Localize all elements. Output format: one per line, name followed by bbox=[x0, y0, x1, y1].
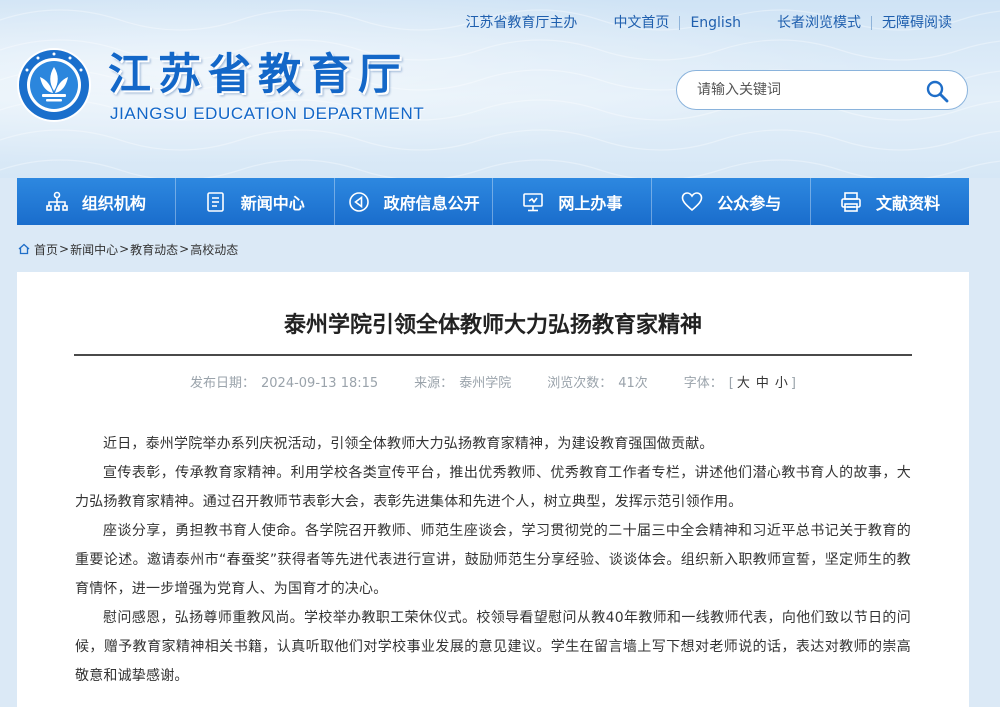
font-size-switcher: 字体：[大中小] bbox=[683, 376, 796, 391]
search-input[interactable] bbox=[697, 82, 917, 98]
breadcrumb-separator: > bbox=[59, 242, 70, 256]
host-link[interactable]: 江苏省教育厅主办 bbox=[455, 14, 587, 32]
search-box bbox=[676, 70, 968, 110]
nav-item-organization[interactable]: 组织机构 bbox=[17, 178, 176, 225]
breadcrumb-home[interactable]: 首页 bbox=[34, 241, 58, 258]
nav-label: 网上办事 bbox=[558, 193, 623, 213]
breadcrumb-separator: > bbox=[179, 242, 190, 256]
article-title: 泰州学院引领全体教师大力弘扬教育家精神 bbox=[283, 313, 702, 338]
org-tree-icon bbox=[46, 191, 68, 211]
nav-label: 组织机构 bbox=[81, 193, 146, 213]
info-disclosure-icon bbox=[348, 191, 369, 212]
site-name-en: JIANGSU EDUCATION DEPARTMENT bbox=[110, 104, 425, 123]
breadcrumb-university-news[interactable]: 高校动态 bbox=[190, 241, 238, 258]
chinese-home-link[interactable]: 中文首页 bbox=[603, 14, 679, 32]
nav-label: 文献资料 bbox=[876, 193, 941, 213]
monitor-icon bbox=[523, 192, 544, 211]
heart-icon bbox=[681, 191, 703, 211]
breadcrumb-news-center[interactable]: 新闻中心 bbox=[70, 241, 118, 258]
breadcrumb-education-news[interactable]: 教育动态 bbox=[130, 241, 178, 258]
nav-item-documents[interactable]: 文献资料 bbox=[811, 178, 969, 225]
search-icon[interactable] bbox=[925, 79, 949, 103]
article-meta: 发布日期： 2024-09-13 18:15 来源： 泰州学院 浏览次数： 41次 字… bbox=[17, 372, 969, 391]
nav-label: 公众参与 bbox=[717, 193, 782, 213]
article-panel: 泰州学院引领全体教师大力弘扬教育家精神 发布日期： 2024-09-13 18:1… bbox=[17, 272, 969, 707]
title-divider bbox=[74, 354, 912, 356]
site-header: 江苏省教育厅主办 中文首页 English 长者浏览模式 无障碍阅读 江苏省教育… bbox=[0, 0, 1000, 178]
article-body: 近日，泰州学院举办系列庆祝活动，引领全体教师大力弘扬教育家精神，为建设教育强国做… bbox=[75, 430, 911, 691]
nav-item-public-participation[interactable]: 公众参与 bbox=[652, 178, 812, 225]
breadcrumb: 首页 > 新闻中心 > 教育动态 > 高校动态 bbox=[18, 241, 238, 257]
top-links-bar: 江苏省教育厅主办 中文首页 English 长者浏览模式 无障碍阅读 bbox=[455, 13, 962, 33]
printer-icon bbox=[841, 191, 861, 212]
article-paragraph: 慰问感恩，弘扬尊师重教风尚。学校举办教职工荣休仪式。校领导看望慰问从教40年教师… bbox=[75, 610, 911, 684]
nav-label: 政府信息公开 bbox=[383, 193, 480, 213]
article-source: 来源： 泰州学院 bbox=[414, 376, 512, 391]
font-small-button[interactable]: 小 bbox=[775, 376, 788, 391]
article-paragraph: 宣传表彰，传承教育家精神。利用学校各类宣传平台，推出优秀教师、优秀教育工作者专栏… bbox=[75, 465, 911, 510]
news-document-icon bbox=[206, 191, 224, 212]
article-paragraph: 座谈分享，勇担教书育人使命。各学院召开教师、师范生座谈会，学习贯彻党的二十届三中… bbox=[75, 523, 911, 597]
view-count: 浏览次数： 41次 bbox=[547, 376, 648, 391]
english-link[interactable]: English bbox=[680, 14, 751, 32]
publish-date: 发布日期： 2024-09-13 18:15 bbox=[190, 376, 379, 391]
education-emblem-icon[interactable] bbox=[16, 47, 92, 123]
main-nav: 组织机构 新闻中心 政府信息公开 网上办事 公众参与 文献资料 bbox=[17, 178, 969, 225]
home-icon bbox=[18, 243, 30, 255]
article-paragraph: 近日，泰州学院举办系列庆祝活动，引领全体教师大力弘扬教育家精神，为建设教育强国做… bbox=[103, 436, 714, 452]
font-large-button[interactable]: 大 bbox=[737, 376, 750, 391]
elder-mode-link[interactable]: 长者浏览模式 bbox=[767, 14, 871, 32]
nav-item-info-disclosure[interactable]: 政府信息公开 bbox=[335, 178, 494, 225]
font-medium-button[interactable]: 中 bbox=[756, 376, 769, 391]
nav-label: 新闻中心 bbox=[240, 193, 305, 213]
breadcrumb-separator: > bbox=[119, 242, 130, 256]
accessible-reading-link[interactable]: 无障碍阅读 bbox=[872, 14, 962, 32]
nav-item-news[interactable]: 新闻中心 bbox=[176, 178, 335, 225]
site-name-cn[interactable]: 江苏省教育厅 bbox=[108, 52, 408, 98]
nav-item-online-service[interactable]: 网上办事 bbox=[493, 178, 653, 225]
